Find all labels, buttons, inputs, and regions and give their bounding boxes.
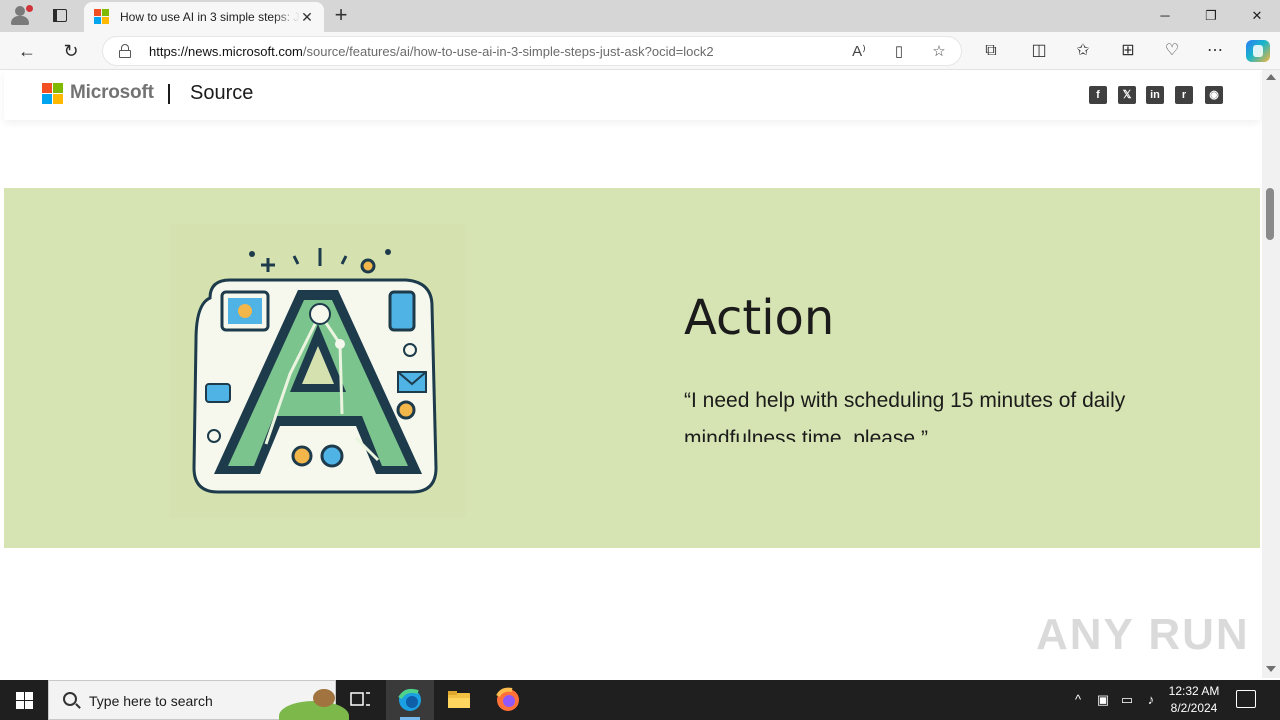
reddit-icon[interactable]: r [1175, 86, 1193, 104]
tab-actions-icon[interactable] [48, 6, 72, 26]
page-viewport: Microsoft Source f 𝕏 in r ◉ Action “I ne… [0, 70, 1280, 678]
scroll-up-icon[interactable] [1266, 74, 1276, 80]
page-scrollbar[interactable] [1262, 70, 1280, 678]
favorite-star-icon[interactable]: ☆ [929, 42, 949, 62]
anyrun-watermark: ANY RUN [1036, 610, 1250, 659]
hero-section: Action “I need help with scheduling 15 m… [4, 188, 1260, 548]
collections-icon[interactable]: ⊞ [1117, 40, 1139, 62]
notifications-icon[interactable] [1236, 690, 1256, 708]
search-highlight-animal-icon [313, 689, 335, 707]
tab-strip: How to use AI in 3 simple steps: Just as… [0, 0, 1280, 32]
microsoft-favicon-icon [94, 9, 110, 25]
show-hidden-icons-icon[interactable]: ^ [1070, 690, 1086, 710]
rss-icon[interactable]: ◉ [1205, 86, 1223, 104]
back-button[interactable]: ← [14, 38, 40, 64]
scroll-down-icon[interactable] [1266, 666, 1276, 672]
clock-date: 8/2/2024 [1170, 701, 1218, 715]
header-divider [168, 84, 170, 104]
new-tab-button[interactable]: + [330, 4, 352, 26]
scroll-thumb[interactable] [1266, 188, 1274, 240]
copilot-icon[interactable] [1246, 40, 1270, 62]
section-name[interactable]: Source [190, 82, 253, 105]
restore-button[interactable]: ❐ [1188, 0, 1234, 32]
search-icon [63, 692, 77, 706]
facebook-icon[interactable]: f [1089, 86, 1107, 104]
more-menu-icon[interactable]: ⋯ [1204, 40, 1226, 62]
taskbar-clock[interactable]: 12:32 AM 8/2/2024 [1160, 683, 1228, 717]
microsoft-logo-icon[interactable] [42, 83, 64, 105]
tab-title: How to use AI in 3 simple steps: Just as… [120, 10, 300, 24]
search-placeholder: Type here to search [89, 693, 213, 709]
brand-name[interactable]: Microsoft [70, 82, 154, 104]
file-explorer-icon[interactable] [435, 680, 483, 720]
clock-time: 12:32 AM [1168, 684, 1220, 698]
address-bar[interactable]: https://news.microsoft.com/source/featur… [102, 36, 962, 66]
url-text[interactable]: https://news.microsoft.com/source/featur… [149, 44, 714, 59]
minimize-button[interactable]: ─ [1142, 0, 1188, 32]
task-view-icon[interactable] [336, 680, 384, 720]
site-header: Microsoft Source f 𝕏 in r ◉ [4, 70, 1260, 120]
close-tab-icon[interactable]: ✕ [298, 8, 316, 26]
refresh-button[interactable]: ↻ [58, 38, 84, 64]
browser-toolbar: ← ↻ https://news.microsoft.com/source/fe… [0, 32, 1280, 70]
immersive-reader-icon[interactable]: ▯ [889, 42, 909, 62]
browser-tab[interactable]: How to use AI in 3 simple steps: Just as… [84, 2, 324, 32]
taskbar-search[interactable]: Type here to search [48, 680, 349, 720]
profile-icon[interactable] [8, 4, 36, 28]
read-aloud-icon[interactable]: A⁾ [849, 42, 869, 62]
firefox-icon[interactable] [484, 680, 532, 720]
windows-start-icon[interactable] [0, 680, 48, 720]
hero-quote: “I need help with scheduling 15 minutes … [684, 389, 1126, 442]
network-icon[interactable]: ▭ [1118, 690, 1136, 710]
close-window-button[interactable]: ✕ [1234, 0, 1280, 32]
hero-title: Action [684, 290, 835, 346]
volume-icon[interactable]: ♪ [1142, 690, 1160, 710]
x-twitter-icon[interactable]: 𝕏 [1118, 86, 1136, 104]
favorites-icon[interactable]: ✩ [1072, 40, 1094, 62]
ai-letter-a-illustration [170, 224, 466, 518]
extensions-icon[interactable]: ⧉ [980, 40, 1002, 62]
taskbar: Type here to search ^ ▣ ▭ ♪ 12:32 AM 8/2… [0, 680, 1280, 720]
browser-essentials-icon[interactable]: ♡ [1161, 40, 1183, 62]
device-tray-icon[interactable]: ▣ [1094, 690, 1112, 710]
edge-taskbar-icon[interactable] [386, 680, 434, 720]
split-screen-icon[interactable]: ◫ [1028, 40, 1050, 62]
linkedin-icon[interactable]: in [1146, 86, 1164, 104]
lock-icon[interactable] [119, 44, 131, 58]
